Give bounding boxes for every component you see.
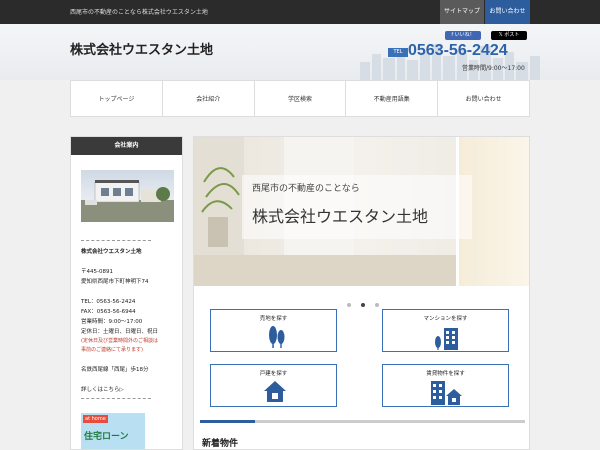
business-hours: 営業時間/9:00〜17:00 (462, 65, 525, 72)
site-title[interactable]: 株式会社ウエスタン土地 (70, 39, 213, 58)
sitemap-link[interactable]: サイトマップ (440, 0, 484, 24)
sidebar-note-1: (定休日及び営業時間外のご相談は (81, 338, 158, 344)
office-photo (81, 170, 174, 222)
phone-number[interactable]: 0563-56-2424 (408, 42, 508, 60)
slider-progress-fill (200, 420, 256, 423)
search-mansion-button[interactable]: マンションを探す (382, 309, 509, 352)
sidebar-tel: TEL：0563-56-2424 (81, 299, 136, 305)
facebook-like-button[interactable]: f いいね！ (445, 31, 481, 40)
global-nav: トップページ 会社紹介 学区検索 不動産用語集 お問い合わせ (70, 80, 530, 117)
like-label: いいね！ (454, 32, 475, 38)
nav-item-contact[interactable]: お問い合わせ (438, 81, 529, 116)
nav-item-top[interactable]: トップページ (71, 81, 163, 116)
banner-loan-text: 住宅ローン (84, 432, 129, 442)
sidebar-address: 愛知県西尾市下町神明下74 (81, 279, 149, 285)
slide-caption-line-2: 株式会社ウエスタン土地 (252, 209, 429, 226)
slider-dot[interactable] (374, 303, 379, 307)
tree-icon (269, 326, 285, 348)
nav-item-school-district[interactable]: 学区検索 (255, 81, 347, 116)
sidebar-divider (81, 240, 151, 241)
sidebar-note-2: 事前のご連絡にて承ります) (81, 347, 143, 353)
site-header: 株式会社ウエスタン土地 f いいね！ 𝕏 ポスト TEL 0563-56-242… (0, 24, 600, 80)
tel-badge: TEL (388, 48, 408, 57)
nav-item-company[interactable]: 会社紹介 (163, 81, 255, 116)
top-contact-link[interactable]: お問い合わせ (485, 0, 530, 24)
building-icon (435, 328, 458, 350)
top-bar: 西尾市の不動産のことなら株式会社ウエスタン土地 サイトマップ お問い合わせ (0, 0, 600, 24)
search-house-button[interactable]: 戸建を探す (210, 364, 337, 407)
x-post-button[interactable]: 𝕏 ポスト (491, 31, 527, 40)
athome-loan-banner[interactable]: at home 住宅ローン (81, 413, 145, 449)
sidebar-details-link[interactable]: 詳しくはこちら▷ (81, 385, 124, 393)
company-sidebar: 会社案内 株式会社ウエスタン土地 〒445-0891 愛知県西尾市下町神明下74… (70, 136, 183, 450)
hero-slider[interactable]: 西尾市の不動産のことなら 株式会社ウエスタン土地 (194, 137, 529, 286)
sidebar-zip: 〒445-0891 (81, 269, 113, 275)
search-land-button[interactable]: 売地を探す (210, 309, 337, 352)
search-rental-button[interactable]: 賃貸物件を探す (382, 364, 509, 407)
new-listings-heading: 新着物件 (202, 439, 239, 449)
athome-logo: at home (83, 415, 108, 423)
site-tagline: 西尾市の不動産のことなら株式会社ウエスタン土地 (70, 9, 208, 16)
slide-caption-line-1: 西尾市の不動産のことなら (252, 184, 360, 194)
sidebar-station: 名鉄西尾線「西尾」歩18分 (81, 367, 149, 373)
apartment-icon (431, 381, 462, 405)
search-mansion-label: マンションを探す (423, 316, 468, 322)
main-content: 西尾市の不動産のことなら 株式会社ウエスタン土地 売地を探す マンションを探す … (193, 136, 530, 450)
house-icon (264, 381, 286, 402)
nav-item-glossary[interactable]: 不動産用語集 (346, 81, 439, 116)
sidebar-company-name: 株式会社ウエスタン土地 (81, 249, 142, 255)
search-land-label: 売地を探す (259, 316, 288, 322)
slider-dot-active[interactable] (360, 303, 365, 307)
sidebar-fax: FAX：0563-56-6944 (81, 309, 136, 315)
sidebar-heading: 会社案内 (71, 137, 182, 155)
search-house-label: 戸建を探す (259, 371, 288, 377)
slider-dot[interactable] (346, 303, 351, 307)
sidebar-hours: 営業時間：9:00～17:00 (81, 319, 143, 325)
slider-progress-bar (200, 420, 525, 423)
sidebar-divider-2 (81, 398, 151, 399)
search-rental-label: 賃貸物件を探す (426, 371, 465, 377)
sidebar-holiday: 定休日：土曜日、日曜日、祝日 (81, 329, 159, 335)
post-label: ポスト (504, 32, 520, 38)
